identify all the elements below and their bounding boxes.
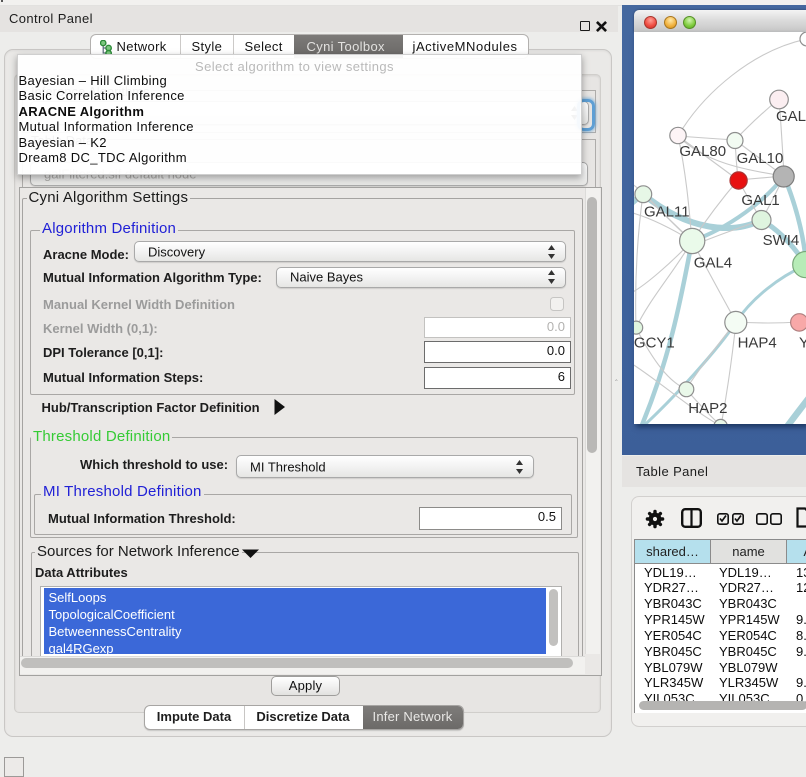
svg-text:GAL11: GAL11: [644, 203, 690, 220]
svg-text:GAL1: GAL1: [741, 192, 779, 209]
svg-text:YJ: YJ: [799, 334, 806, 351]
svg-text:GCY1: GCY1: [634, 334, 675, 351]
svg-text:GAL4: GAL4: [694, 254, 732, 271]
svg-text:HAP2: HAP2: [688, 400, 727, 417]
svg-text:GAL10: GAL10: [737, 150, 784, 167]
svg-text:GAL2: GAL2: [776, 108, 806, 125]
svg-text:HAP4: HAP4: [738, 334, 777, 351]
svg-text:GAL80: GAL80: [679, 143, 726, 160]
svg-text:SWI4: SWI4: [763, 232, 800, 249]
